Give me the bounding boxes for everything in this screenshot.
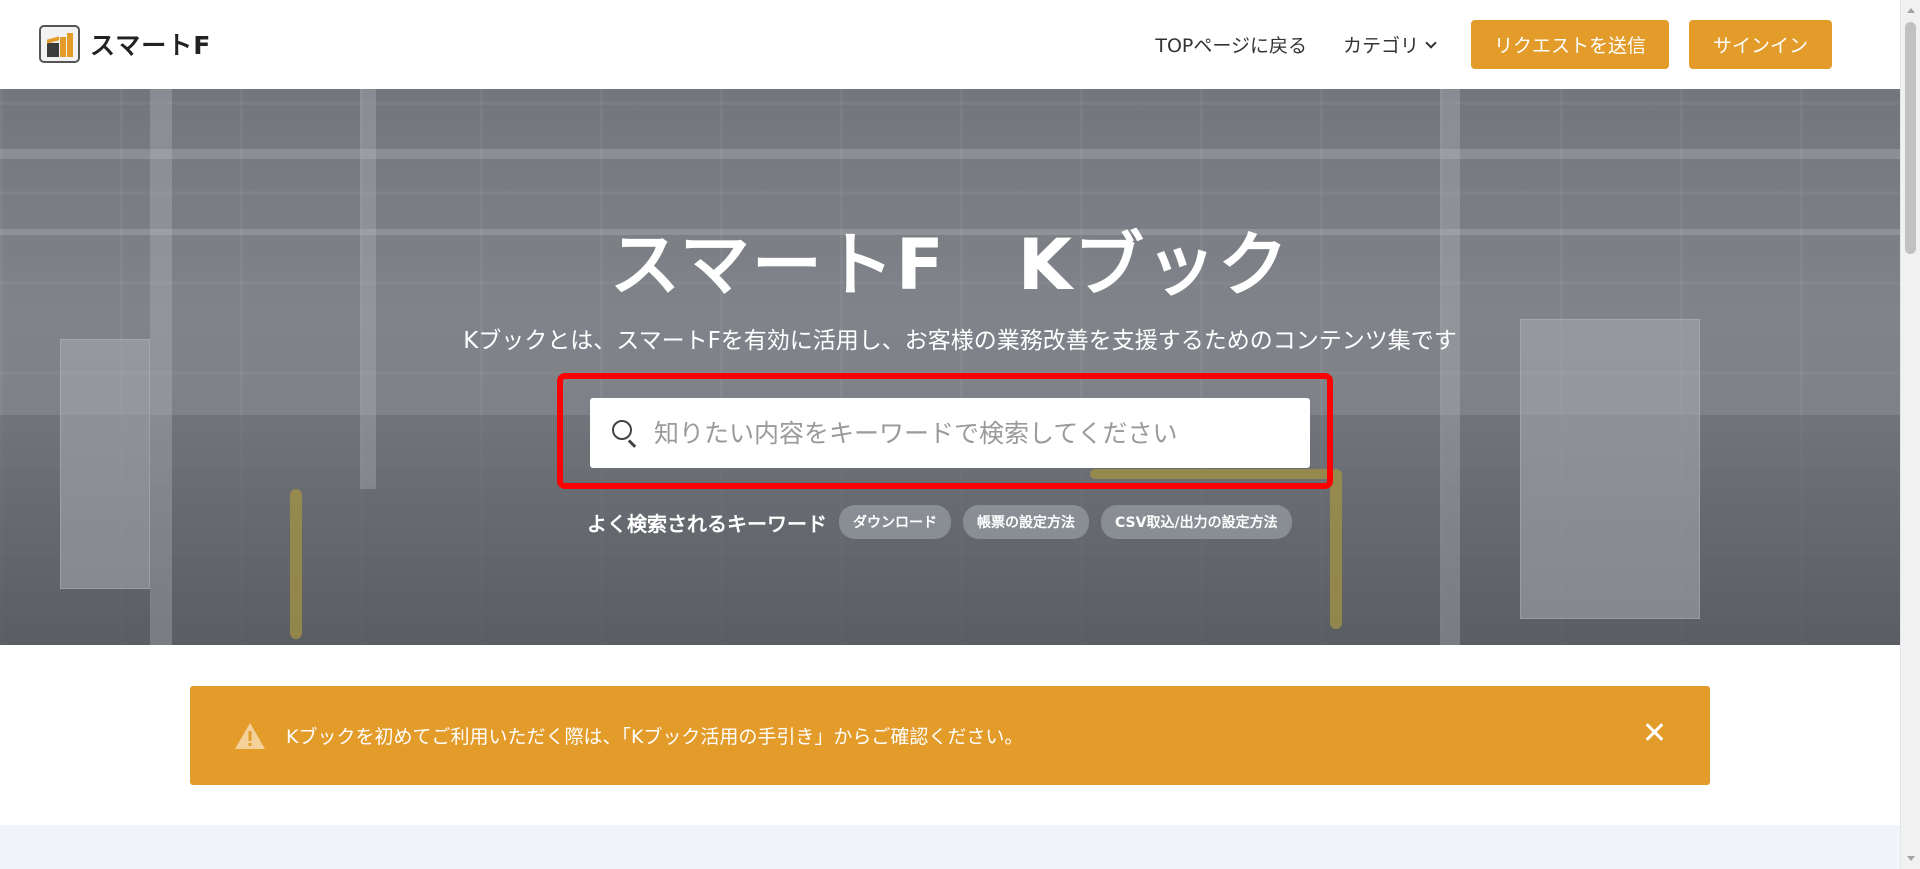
scroll-down-arrow-icon[interactable]: [1907, 856, 1915, 861]
content-section-band: [0, 825, 1900, 869]
keyword-chip-csv-settings[interactable]: CSV取込/出力の設定方法: [1101, 505, 1292, 539]
nav-category-dropdown[interactable]: カテゴリ: [1342, 31, 1437, 58]
chevron-down-icon: [1425, 36, 1437, 49]
nav-category-label: カテゴリ: [1342, 35, 1419, 57]
keyword-chip-download[interactable]: ダウンロード: [839, 505, 951, 539]
request-button[interactable]: リクエストを送信: [1471, 20, 1669, 69]
notice-banner: Kブックを初めてご利用いただく際は、「Kブック活用の手引き」からご確認ください。: [190, 686, 1710, 785]
keyword-chip-report-settings[interactable]: 帳票の設定方法: [963, 505, 1089, 539]
site-header: スマートF TOPページに戻る カテゴリ リクエストを送信 サインイン: [0, 0, 1900, 89]
popular-keywords: よく検索されるキーワード ダウンロード 帳票の設定方法 CSV取込/出力の設定方…: [587, 505, 1304, 539]
scroll-up-arrow-icon[interactable]: [1907, 8, 1915, 13]
nav-back-to-top[interactable]: TOPページに戻る: [1155, 31, 1307, 58]
hero-banner: スマートF Kブック Kブックとは、スマートFを有効に活用し、お客様の業務改善を…: [0, 89, 1900, 645]
popular-keywords-label: よく検索されるキーワード: [587, 511, 827, 536]
header-nav: TOPページに戻る カテゴリ リクエストを送信 サインイン: [1155, 20, 1832, 69]
search-box[interactable]: [590, 398, 1310, 468]
warning-icon: [235, 723, 265, 749]
hero-subtitle: Kブックとは、スマートFを有効に活用し、お客様の業務改善を支援するためのコンテン…: [463, 328, 1457, 354]
hero-title: スマートF Kブック: [610, 224, 1290, 306]
logo-icon: [39, 25, 80, 63]
notice-text: Kブックを初めてご利用いただく際は、「Kブック活用の手引き」からご確認ください。: [286, 726, 1024, 748]
scroll-thumb[interactable]: [1905, 22, 1916, 254]
page-scrollbar[interactable]: [1900, 0, 1920, 869]
site-logo[interactable]: スマートF: [39, 25, 211, 63]
logo-text: スマートF: [90, 31, 212, 60]
close-icon[interactable]: [1642, 720, 1666, 744]
search-input[interactable]: [654, 418, 1294, 448]
signin-button[interactable]: サインイン: [1689, 20, 1832, 69]
search-icon: [612, 420, 638, 448]
hero-overlay: [0, 89, 1900, 645]
